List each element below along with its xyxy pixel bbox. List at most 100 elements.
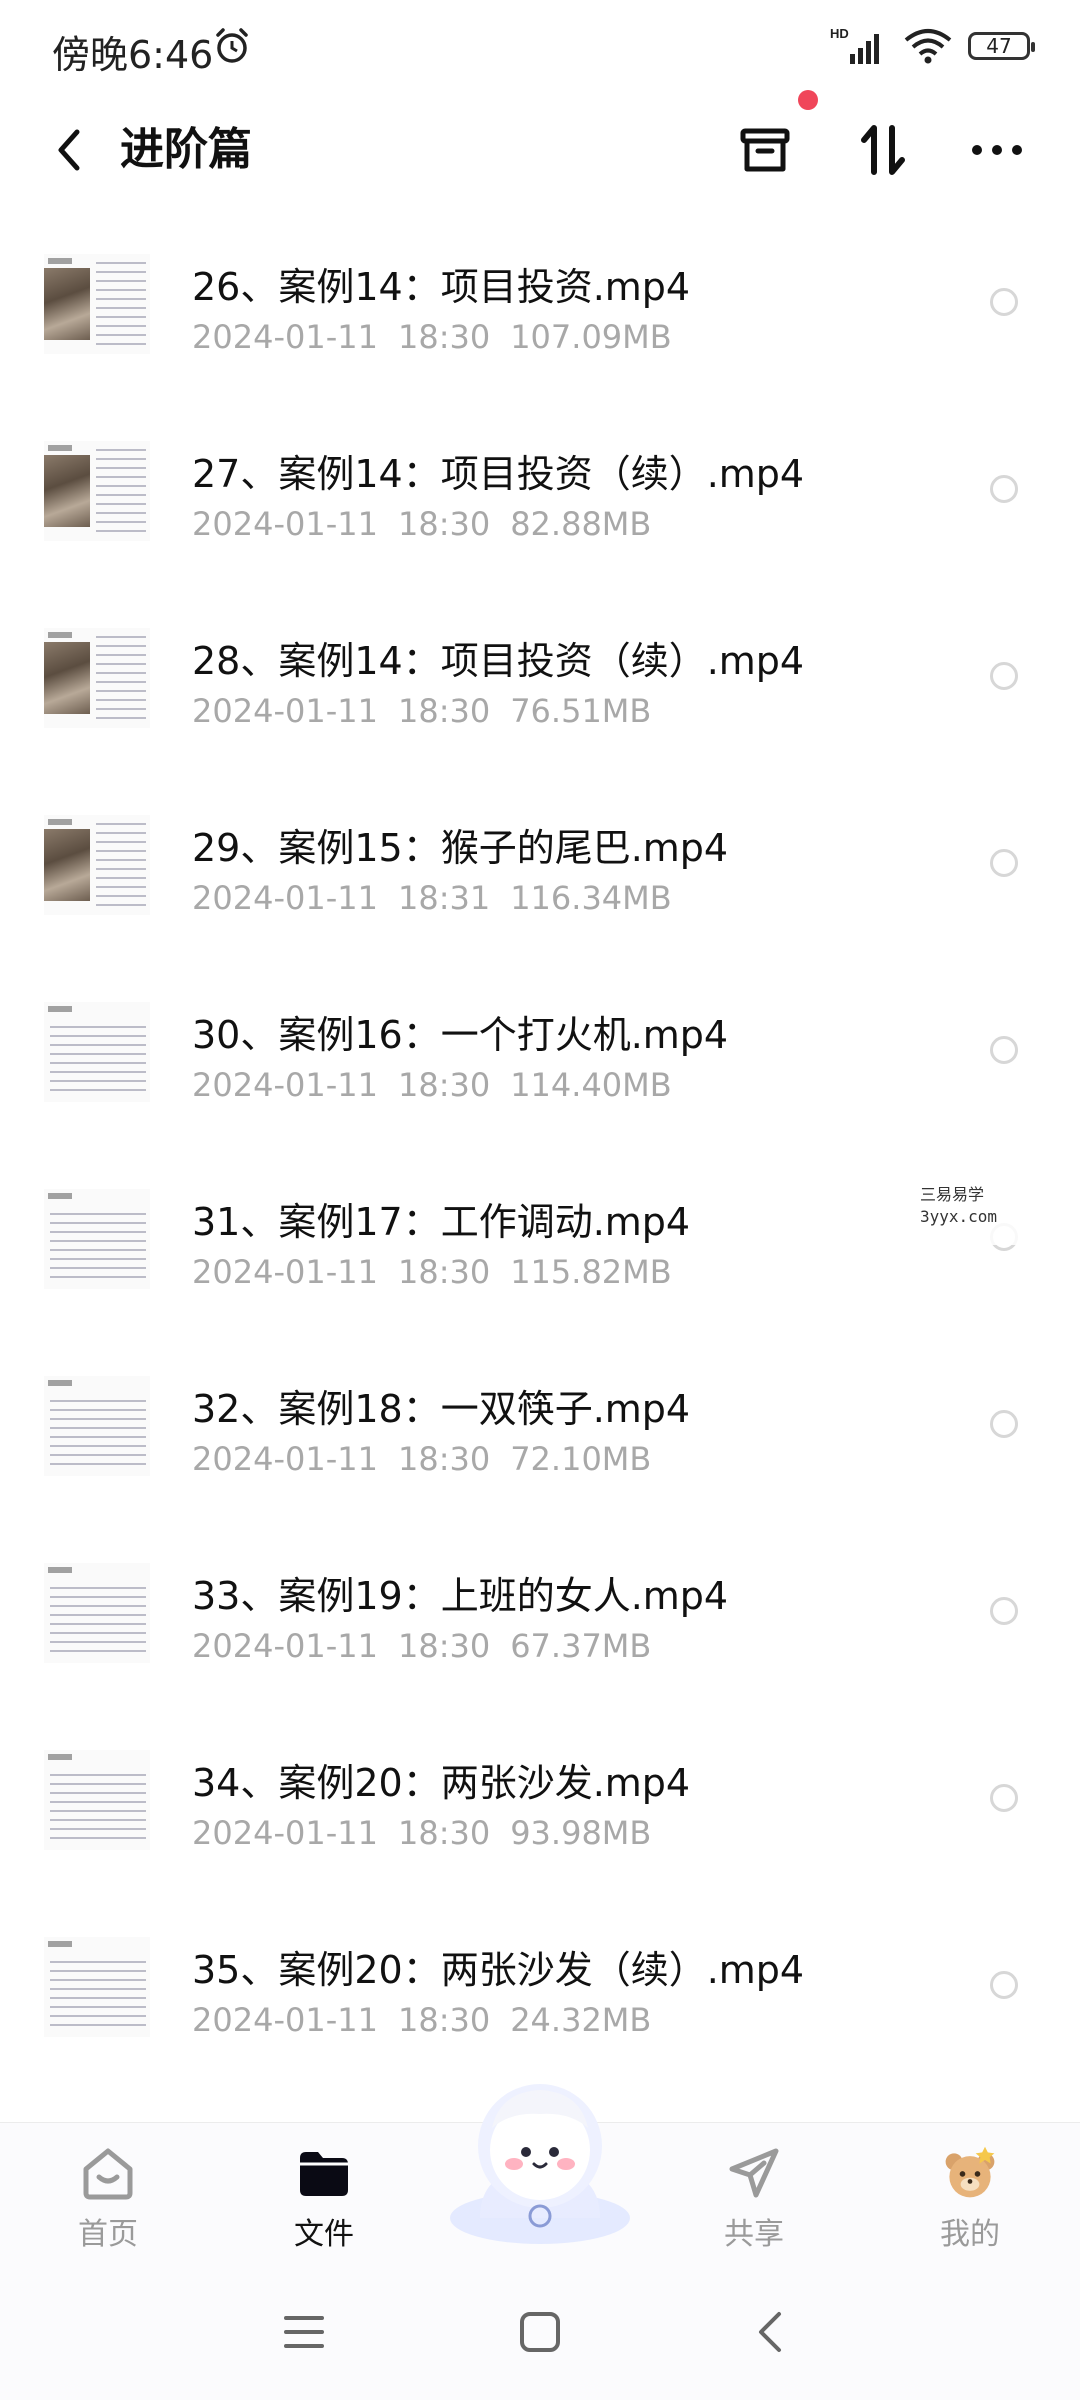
file-size: 72.10MB [510,1440,652,1478]
file-row[interactable]: 27、案例14：项目投资（续）.mp4 2024-01-11 18:30 82.88M… [0,407,1080,594]
profile-bear-icon [945,2146,995,2198]
file-name: 29、案例15：猴子的尾巴.mp4 [192,826,729,870]
thumbnail-header [48,632,72,638]
thumbnail-text-lines [50,1400,146,1470]
video-thumbnail [44,1750,150,1850]
header: 进阶篇 [0,90,1080,200]
more-button[interactable] [962,115,1032,185]
select-radio[interactable] [990,662,1018,690]
thumbnail-photo [44,642,90,714]
archive-button[interactable] [730,115,800,185]
file-time: 18:30 [397,692,491,730]
file-meta: 2024-01-11 18:30 76.51MB [192,692,651,730]
back-icon [58,129,80,171]
status-bar: 傍晚6:46 HD 47 [0,0,1080,100]
select-radio[interactable] [990,1597,1018,1625]
file-meta: 2024-01-11 18:30 82.88MB [192,505,651,543]
video-thumbnail [44,254,150,354]
file-date: 2024-01-11 [192,692,378,730]
file-row[interactable]: 33、案例19：上班的女人.mp4 2024-01-11 18:30 67.37MB [0,1529,1080,1716]
thumbnail-header [48,1754,72,1760]
alarm-icon [216,28,248,63]
signal-icon: HD [830,26,879,64]
file-name: 26、案例14：项目投资.mp4 [192,265,691,309]
tab-home[interactable]: 首页 [38,2143,178,2263]
folder-icon [300,2152,348,2196]
file-date: 2024-01-11 [192,879,378,917]
file-size: 107.09MB [510,318,672,356]
battery-icon: 47 [968,32,1035,60]
file-row[interactable]: 34、案例20：两张沙发.mp4 2024-01-11 18:30 93.98MB [0,1716,1080,1903]
file-name: 31、案例17：工作调动.mp4 [192,1200,691,1244]
file-row[interactable]: 26、案例14：项目投资.mp4 2024-01-11 18:30 107.09MB [0,220,1080,407]
tab-me-label: 我的 [940,2217,1000,2252]
battery-level: 47 [986,34,1012,58]
file-name: 28、案例14：项目投资（续）.mp4 [192,639,805,683]
file-meta: 2024-01-11 18:30 114.40MB [192,1066,672,1104]
thumbnail-text-lines [96,262,146,348]
file-meta: 2024-01-11 18:30 115.82MB [192,1253,672,1291]
file-size: 67.37MB [510,1627,652,1665]
file-time: 18:30 [397,318,491,356]
file-time: 18:30 [397,1440,491,1478]
thumbnail-header [48,1941,72,1947]
file-size: 114.40MB [510,1066,672,1104]
file-name: 34、案例20：两张沙发.mp4 [192,1761,691,1805]
thumbnail-text-lines [50,1213,146,1283]
nav-back-button[interactable] [730,2292,810,2372]
thumbnail-photo [44,829,90,901]
video-thumbnail [44,1376,150,1476]
tab-me[interactable]: 我的 [900,2143,1040,2263]
assistant-mascot-button[interactable] [440,2068,640,2248]
video-thumbnail [44,441,150,541]
back-button[interactable] [40,120,100,180]
nav-menu-button[interactable] [264,2292,344,2372]
select-radio[interactable] [990,475,1018,503]
file-meta: 2024-01-11 18:30 24.32MB [192,2001,651,2039]
watermark-url: 3yyx.com [920,1207,998,1226]
thumbnail-text-lines [50,1587,146,1657]
file-time: 18:31 [397,879,491,917]
file-date: 2024-01-11 [192,2001,378,2039]
file-row[interactable]: 30、案例16：一个打火机.mp4 2024-01-11 18:30 114.40MB [0,968,1080,1155]
file-date: 2024-01-11 [192,318,378,356]
sort-button[interactable] [848,115,918,185]
file-row[interactable]: 35、案例20：两张沙发（续）.mp4 2024-01-11 18:30 24.32M… [0,1903,1080,2090]
select-radio[interactable] [990,1784,1018,1812]
sort-icon [861,125,905,175]
video-thumbnail [44,628,150,728]
select-radio[interactable] [990,288,1018,316]
select-radio[interactable] [990,1971,1018,1999]
select-radio[interactable] [990,1410,1018,1438]
file-time: 18:30 [397,1627,491,1665]
back-chevron-icon [759,2312,781,2352]
tab-share[interactable]: 共享 [684,2143,824,2263]
thumbnail-text-lines [96,636,146,722]
file-time: 18:30 [397,1066,491,1104]
file-time: 18:30 [397,2001,491,2039]
file-size: 76.51MB [510,692,652,730]
file-date: 2024-01-11 [192,505,378,543]
thumbnail-text-lines [50,1026,146,1096]
file-row[interactable]: 28、案例14：项目投资（续）.mp4 2024-01-11 18:30 76.51M… [0,594,1080,781]
video-thumbnail [44,1563,150,1663]
video-thumbnail [44,1937,150,2037]
file-list: 26、案例14：项目投资.mp4 2024-01-11 18:30 107.09MB 2… [0,220,1080,2090]
select-radio[interactable] [990,1036,1018,1064]
page-title: 进阶篇 [120,124,252,175]
video-thumbnail [44,1189,150,1289]
thumbnail-text-lines [50,1961,146,2031]
file-date: 2024-01-11 [192,1440,378,1478]
status-time: 傍晚6:46 [52,33,214,77]
thumbnail-header [48,819,72,825]
thumbnail-header [48,1193,72,1199]
file-row[interactable]: 32、案例18：一双筷子.mp4 2024-01-11 18:30 72.10MB [0,1342,1080,1529]
file-name: 33、案例19：上班的女人.mp4 [192,1574,729,1618]
select-radio[interactable] [990,849,1018,877]
watermark-title: 三易易学 [920,1185,985,1204]
file-row[interactable]: 29、案例15：猴子的尾巴.mp4 2024-01-11 18:31 116.34MB [0,781,1080,968]
nav-home-button[interactable] [500,2292,580,2372]
file-name: 35、案例20：两张沙发（续）.mp4 [192,1948,805,1992]
tab-files[interactable]: 文件 [254,2143,394,2263]
file-meta: 2024-01-11 18:30 93.98MB [192,1814,651,1852]
